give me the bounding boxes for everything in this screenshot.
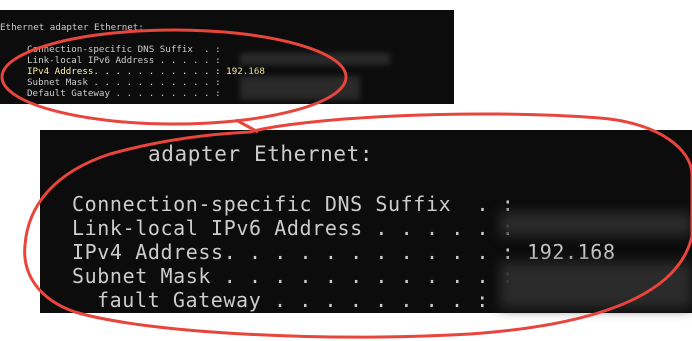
- zoom-callout-outline: [23, 112, 692, 339]
- source-highlight-ellipse: [0, 28, 348, 126]
- callout-annotation: [0, 28, 692, 339]
- callout-connector: [235, 118, 259, 134]
